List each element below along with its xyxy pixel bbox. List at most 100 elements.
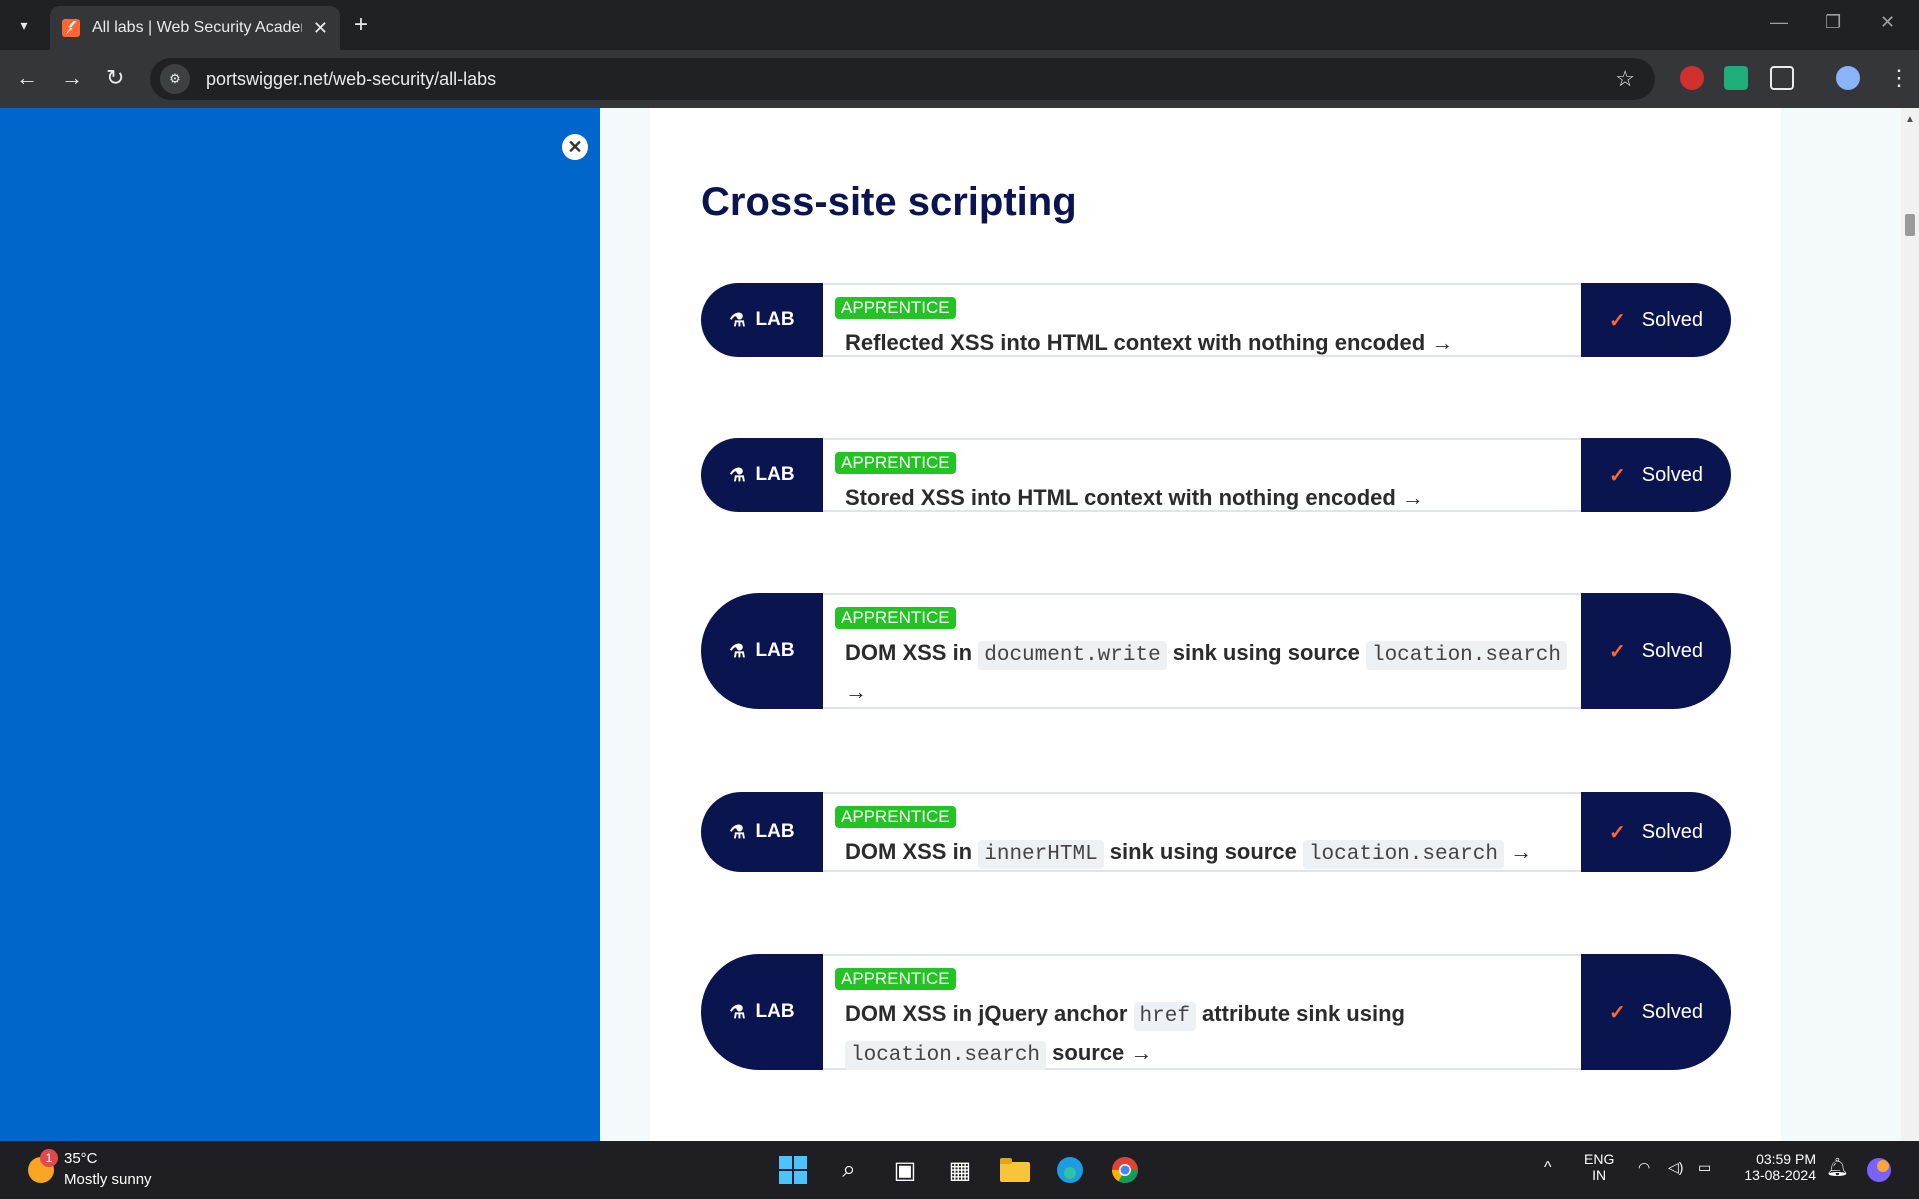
chrome-browser-icon[interactable]: [1108, 1153, 1142, 1187]
forward-icon[interactable]: →: [61, 66, 83, 90]
arrow-right-icon: →: [1124, 1040, 1153, 1065]
minimize-icon[interactable]: —: [1770, 12, 1788, 33]
flask-icon: ⚗: [729, 821, 746, 842]
extensions-puzzle-icon[interactable]: [1770, 66, 1794, 90]
checkmark-icon: ✓: [1609, 821, 1626, 844]
main-content: Cross-site scripting ⚗ LAB APPRENTICE Refle…: [650, 108, 1781, 1141]
menu-kebab-icon[interactable]: ⋮: [1888, 66, 1910, 90]
code-snippet: location.search: [845, 1041, 1047, 1070]
lab-title-text: attribute sink using: [1195, 1001, 1405, 1026]
solved-status: ✓ Solved: [1581, 954, 1731, 1070]
checkmark-icon: ✓: [1609, 1001, 1626, 1024]
back-icon[interactable]: ←: [16, 66, 38, 90]
solved-label: Solved: [1641, 463, 1703, 486]
lab-row[interactable]: ⚗ LAB APPRENTICE Reflected XSS into HTML co…: [701, 283, 1731, 357]
language-indicator[interactable]: ENG IN: [1584, 1151, 1614, 1183]
lab-row[interactable]: ⚗ LAB APPRENTICE Stored XSS into HTML conte…: [701, 438, 1731, 512]
reload-icon[interactable]: ↻: [106, 66, 124, 90]
close-window-icon[interactable]: ✕: [1880, 12, 1895, 33]
start-windows-icon[interactable]: [776, 1153, 810, 1187]
language-code: ENG: [1584, 1151, 1615, 1167]
scroll-up-icon[interactable]: ▲: [1905, 114, 1915, 125]
solved-status: ✓ Solved: [1581, 792, 1731, 872]
bookmark-star-icon[interactable]: ☆: [1615, 66, 1635, 92]
tab-close-icon[interactable]: ✕: [313, 18, 328, 39]
lab-title-text: DOM XSS in: [845, 839, 979, 864]
level-badge: APPRENTICE: [835, 452, 956, 474]
level-badge: APPRENTICE: [835, 607, 956, 629]
lab-label: LAB: [755, 640, 795, 661]
lab-title-text: DOM XSS in: [845, 640, 979, 665]
lab-label: LAB: [755, 821, 795, 842]
solved-label: Solved: [1641, 639, 1703, 662]
lab-title-text: sink using source: [1166, 640, 1366, 665]
checkmark-icon: ✓: [1609, 640, 1626, 663]
site-info-icon[interactable]: ⚙: [160, 64, 190, 94]
edge-browser-icon[interactable]: [1053, 1153, 1087, 1187]
page-viewport: ✕ Cross-site scripting ⚗ LAB APPRENTICE Ref…: [0, 108, 1901, 1141]
profile-avatar[interactable]: [1836, 66, 1860, 90]
lab-title-text: DOM XSS in jQuery anchor: [845, 1001, 1134, 1026]
level-badge: APPRENTICE: [835, 968, 956, 990]
weather-temperature[interactable]: 35°C: [64, 1150, 98, 1167]
clock-time: 03:59 PM: [1756, 1151, 1816, 1167]
restore-icon[interactable]: ❐: [1825, 12, 1841, 33]
solved-status: ✓ Solved: [1581, 593, 1731, 709]
lab-title-link[interactable]: Reflected XSS into HTML context with not…: [835, 325, 1571, 361]
flask-icon: ⚗: [729, 309, 746, 330]
lab-title-link[interactable]: DOM XSS in document.write sink using sou…: [835, 635, 1571, 710]
lab-pill: ⚗ LAB: [701, 954, 823, 1070]
search-icon[interactable]: ⌕: [832, 1153, 866, 1187]
tray-overflow-chevron-icon[interactable]: ^: [1544, 1159, 1552, 1177]
microsoft-store-icon[interactable]: ▦: [943, 1153, 977, 1187]
windows-taskbar: 1 35°C Mostly sunny ⌕ ▣ ▦ ^ ENG IN ◠ ◁) …: [0, 1141, 1919, 1199]
flask-icon: ⚗: [729, 464, 746, 485]
panel-close-icon[interactable]: ✕: [562, 134, 588, 160]
solved-status: ✓ Solved: [1581, 283, 1731, 357]
lab-title-link[interactable]: DOM XSS in innerHTML sink using source l…: [835, 834, 1571, 873]
address-bar[interactable]: ⚙ portswigger.net/web-security/all-labs …: [150, 58, 1655, 100]
code-snippet: location.search: [1302, 840, 1504, 869]
wifi-icon[interactable]: ◠: [1638, 1159, 1650, 1176]
file-explorer-icon[interactable]: [998, 1153, 1032, 1187]
arrow-right-icon: →: [1425, 330, 1454, 355]
scroll-thumb[interactable]: [1905, 214, 1915, 236]
solved-label: Solved: [1641, 308, 1703, 331]
url-text[interactable]: portswigger.net/web-security/all-labs: [206, 69, 496, 90]
side-panel: ✕: [0, 108, 600, 1141]
lab-title-link[interactable]: DOM XSS in jQuery anchor href attribute …: [835, 996, 1571, 1074]
solved-status: ✓ Solved: [1581, 438, 1731, 512]
battery-icon[interactable]: ▭: [1698, 1159, 1711, 1176]
vertical-scrollbar[interactable]: ▲: [1901, 108, 1919, 1141]
new-tab-icon[interactable]: +: [354, 12, 368, 38]
lab-title-link[interactable]: Stored XSS into HTML context with nothin…: [835, 480, 1571, 516]
lab-pill: ⚗ LAB: [701, 593, 823, 709]
code-snippet: href: [1133, 1002, 1196, 1031]
task-view-icon[interactable]: ▣: [888, 1153, 922, 1187]
extension-icon[interactable]: [1724, 66, 1748, 90]
volume-icon[interactable]: ◁): [1668, 1159, 1683, 1176]
lab-body: APPRENTICE Reflected XSS into HTML contex…: [823, 283, 1581, 357]
clock-date: 13-08-2024: [1744, 1167, 1816, 1183]
clock[interactable]: 03:59 PM 13-08-2024: [1736, 1151, 1816, 1183]
tab-title: All labs | Web Security Academy: [92, 19, 302, 36]
lab-row[interactable]: ⚗ LAB APPRENTICE DOM XSS in document.write …: [701, 593, 1731, 709]
arrow-right-icon: →: [845, 679, 867, 704]
lab-row[interactable]: ⚗ LAB APPRENTICE DOM XSS in innerHTML sink …: [701, 792, 1731, 872]
lab-row[interactable]: ⚗ LAB APPRENTICE DOM XSS in jQuery anchor h…: [701, 954, 1731, 1070]
weather-description[interactable]: Mostly sunny: [64, 1171, 152, 1188]
lab-pill: ⚗ LAB: [701, 792, 823, 872]
section-title: Cross-site scripting: [701, 180, 1077, 224]
tab-search-chevron-icon[interactable]: ▾: [10, 11, 38, 39]
portswigger-favicon-icon: [62, 19, 80, 37]
browser-tab[interactable]: All labs | Web Security Academy ✕: [50, 6, 340, 50]
code-snippet: document.write: [978, 641, 1167, 670]
copilot-icon[interactable]: [1862, 1153, 1896, 1187]
lab-label: LAB: [755, 309, 795, 330]
lab-label: LAB: [755, 464, 795, 485]
arrow-right-icon: →: [1395, 485, 1424, 510]
extension-adblock-icon[interactable]: [1680, 66, 1704, 90]
level-badge: APPRENTICE: [835, 806, 956, 828]
notification-bell-icon[interactable]: 🔔︎: [1826, 1157, 1849, 1178]
checkmark-icon: ✓: [1609, 309, 1626, 332]
